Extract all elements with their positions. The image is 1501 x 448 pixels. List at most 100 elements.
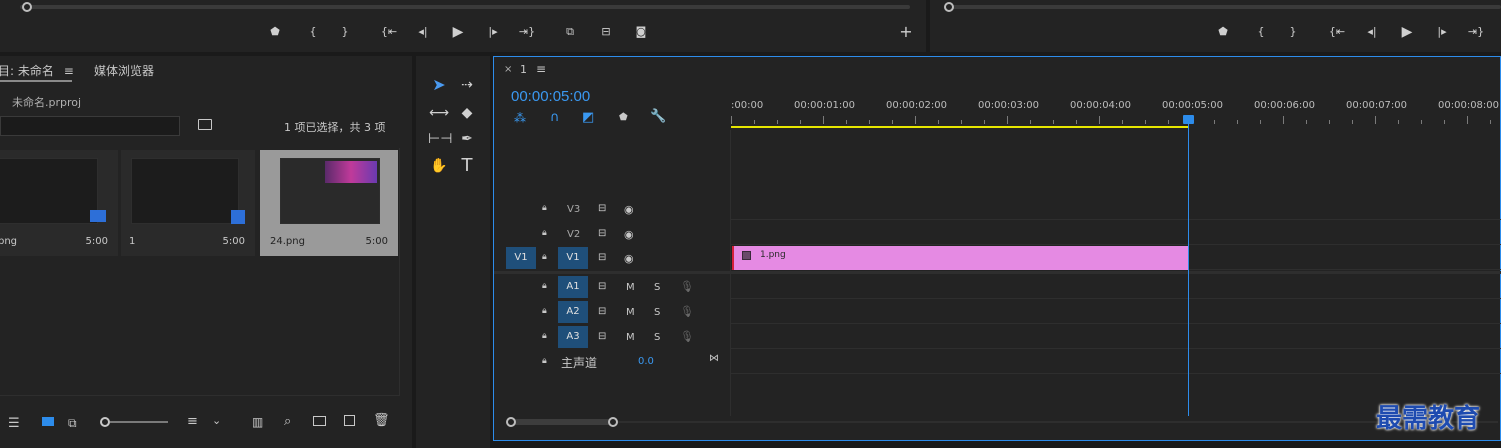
track-target-a2[interactable]: A2 xyxy=(558,301,588,323)
track-lane-v3[interactable] xyxy=(731,196,1501,220)
timeline-scrollbar-thumb[interactable] xyxy=(512,419,612,425)
type-tool-icon[interactable]: T xyxy=(456,155,478,177)
step-forward-icon[interactable]: |▸ xyxy=(484,24,502,40)
go-to-end-icon[interactable]: ⋈ xyxy=(709,353,719,364)
scrollbar-right-knob[interactable] xyxy=(608,417,618,427)
playhead-timecode[interactable]: 00:00:05:00 xyxy=(511,88,590,105)
scrollbar-left-knob[interactable] xyxy=(506,417,516,427)
hamburger-icon[interactable]: ≡ xyxy=(536,62,546,76)
track-lane-a2[interactable] xyxy=(731,300,1501,324)
insert-icon[interactable]: ⧉ xyxy=(561,24,579,40)
add-button-icon[interactable]: + xyxy=(897,24,915,40)
mark-out-icon[interactable]: } xyxy=(336,24,354,40)
folder-icon[interactable] xyxy=(313,416,326,426)
track-lock-icon[interactable]: 🔒︎ xyxy=(542,252,547,262)
microphone-icon[interactable]: 🎙︎ xyxy=(680,330,694,343)
selection-tool-icon[interactable]: ➤ xyxy=(428,74,450,96)
microphone-icon[interactable]: 🎙︎ xyxy=(680,280,694,293)
go-to-out-icon[interactable]: ⇥} xyxy=(518,24,536,40)
track-lane-master[interactable] xyxy=(731,350,1501,374)
mark-out-icon[interactable]: } xyxy=(1284,24,1302,40)
mute-button[interactable]: M xyxy=(626,282,635,293)
project-item-selected[interactable]: 24.png 5:00 xyxy=(260,150,398,256)
step-back-icon[interactable]: ◂| xyxy=(1363,24,1381,40)
track-lock-icon[interactable]: 🔒︎ xyxy=(542,331,547,341)
tab-media-browser[interactable]: 媒体浏览器 xyxy=(94,62,154,79)
mute-button[interactable]: M xyxy=(626,307,635,318)
solo-button[interactable]: S xyxy=(654,307,660,318)
source-scrub-track[interactable] xyxy=(20,5,910,9)
new-item-icon[interactable] xyxy=(344,415,355,426)
track-lane-a3[interactable] xyxy=(731,325,1501,349)
video-clip[interactable]: 1.png xyxy=(732,246,1188,270)
new-bin-icon[interactable] xyxy=(198,119,212,130)
close-icon[interactable]: × xyxy=(504,64,512,75)
play-icon[interactable]: ▶ xyxy=(449,24,467,40)
camera-icon[interactable]: ◙ xyxy=(632,24,650,40)
automate-to-sequence-icon[interactable]: ▥ xyxy=(252,415,263,429)
eye-icon[interactable]: ◉ xyxy=(624,203,634,216)
go-to-out-icon[interactable]: ⇥} xyxy=(1467,24,1485,40)
step-back-icon[interactable]: ◂| xyxy=(414,24,432,40)
track-select-tool-icon[interactable]: ⇢ xyxy=(456,74,478,96)
track-lock-icon[interactable]: 🔒︎ xyxy=(542,203,547,213)
solo-button[interactable]: S xyxy=(654,282,660,293)
step-forward-icon[interactable]: |▸ xyxy=(1433,24,1451,40)
source-scrub-knob[interactable] xyxy=(22,2,32,12)
sync-lock-icon[interactable]: ⊟ xyxy=(598,306,606,317)
snap-icon[interactable]: ∩ xyxy=(550,110,560,125)
sync-lock-icon[interactable]: ⊟ xyxy=(598,281,606,292)
hamburger-icon[interactable]: ≡ xyxy=(64,64,74,78)
sync-lock-icon[interactable]: ⊟ xyxy=(598,252,606,263)
track-lane-v2[interactable] xyxy=(731,221,1501,245)
master-volume-value[interactable]: 0.0 xyxy=(638,356,654,367)
mark-in-icon[interactable]: { xyxy=(304,24,322,40)
track-target-v1[interactable]: V1 xyxy=(558,247,588,269)
list-view-icon[interactable]: ☰ xyxy=(8,416,20,431)
ripple-edit-tool-icon[interactable]: ⟷ xyxy=(428,102,450,124)
zoom-slider-track[interactable] xyxy=(110,421,168,423)
slip-tool-icon[interactable]: ⊢⊣ xyxy=(428,128,452,150)
source-patch-v1[interactable]: V1 xyxy=(506,247,536,269)
track-lock-icon[interactable]: 🔒︎ xyxy=(542,356,547,366)
sequence-tab-name[interactable]: 1 xyxy=(520,63,527,76)
eye-icon[interactable]: ◉ xyxy=(624,228,634,241)
sync-lock-icon[interactable]: ⊟ xyxy=(598,203,606,214)
playhead-line[interactable] xyxy=(1188,120,1189,416)
track-target-a3[interactable]: A3 xyxy=(558,326,588,348)
work-area-bar[interactable] xyxy=(731,126,1189,128)
track-lock-icon[interactable]: 🔒︎ xyxy=(542,306,547,316)
track-target-a1[interactable]: A1 xyxy=(558,276,588,298)
playhead-handle[interactable] xyxy=(1183,115,1194,124)
solo-button[interactable]: S xyxy=(654,332,660,343)
sync-lock-icon[interactable]: ⊟ xyxy=(598,228,606,239)
go-to-in-icon[interactable]: {⇤ xyxy=(1328,24,1346,40)
project-item[interactable]: png 5:00 xyxy=(0,150,118,256)
microphone-icon[interactable]: 🎙︎ xyxy=(680,305,694,318)
nest-icon[interactable]: ⁂ xyxy=(514,111,526,125)
program-scrub-knob[interactable] xyxy=(944,2,954,12)
mute-button[interactable]: M xyxy=(626,332,635,343)
chevron-down-icon[interactable]: ⌄ xyxy=(212,414,221,427)
timeline-scrollbar-track[interactable] xyxy=(508,421,1498,423)
tab-project[interactable]: 目: 未命名 ≡ xyxy=(0,62,74,79)
hand-tool-icon[interactable]: ✋ xyxy=(428,155,450,177)
zoom-slider-knob[interactable] xyxy=(100,417,110,427)
sort-icon[interactable]: ≡ xyxy=(187,414,198,429)
overwrite-icon[interactable]: ⊟ xyxy=(597,24,615,40)
razor-tool-icon[interactable]: ◆ xyxy=(456,102,478,124)
add-marker-icon[interactable]: ⬟ xyxy=(1214,24,1232,40)
wrench-icon[interactable]: 🔧 xyxy=(650,109,666,124)
freeform-view-icon[interactable]: ⧉ xyxy=(68,416,77,431)
program-scrub-track[interactable] xyxy=(944,5,1501,9)
find-icon[interactable]: ⌕ xyxy=(284,414,291,429)
play-icon[interactable]: ▶ xyxy=(1398,24,1416,40)
pen-tool-icon[interactable]: ✒ xyxy=(456,128,478,150)
track-lock-icon[interactable]: 🔒︎ xyxy=(542,281,547,291)
track-lane-a1[interactable] xyxy=(731,275,1501,299)
mark-in-icon[interactable]: { xyxy=(1252,24,1270,40)
track-lock-icon[interactable]: 🔒︎ xyxy=(542,228,547,238)
add-marker-icon[interactable]: ⬟ xyxy=(619,112,628,123)
add-marker-icon[interactable]: ⬟ xyxy=(266,24,284,40)
trash-icon[interactable]: 🗑 xyxy=(373,413,390,428)
